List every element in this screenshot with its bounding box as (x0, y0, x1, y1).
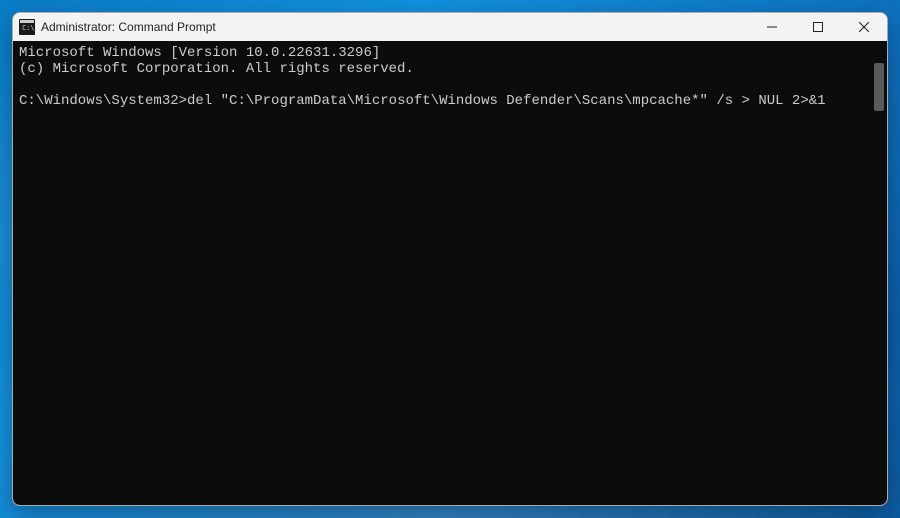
command-prompt-window: C:\ Administrator: Command Prompt Micros… (12, 12, 888, 506)
terminal-content: Microsoft Windows [Version 10.0.22631.32… (13, 41, 887, 113)
scrollbar-thumb[interactable] (874, 63, 884, 111)
command-text: del "C:\ProgramData\Microsoft\Windows De… (187, 93, 826, 109)
svg-text:C:\: C:\ (22, 24, 35, 32)
terminal-area[interactable]: Microsoft Windows [Version 10.0.22631.32… (13, 41, 887, 505)
close-button[interactable] (841, 13, 887, 41)
window-title: Administrator: Command Prompt (41, 20, 749, 34)
version-line: Microsoft Windows [Version 10.0.22631.32… (19, 45, 380, 61)
maximize-button[interactable] (795, 13, 841, 41)
copyright-line: (c) Microsoft Corporation. All rights re… (19, 61, 414, 77)
prompt: C:\Windows\System32> (19, 93, 187, 109)
titlebar[interactable]: C:\ Administrator: Command Prompt (13, 13, 887, 41)
cmd-icon: C:\ (19, 19, 35, 35)
window-controls (749, 13, 887, 41)
minimize-button[interactable] (749, 13, 795, 41)
